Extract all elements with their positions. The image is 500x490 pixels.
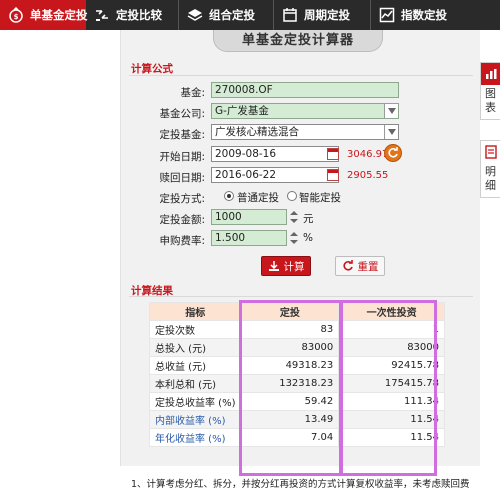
radio-smart-label: 智能定投 — [299, 192, 341, 204]
method-label: 定投方式: — [159, 193, 205, 205]
chart-icon — [379, 7, 395, 23]
calendar-icon[interactable] — [327, 148, 339, 160]
redeem-date-label: 赎回日期: — [159, 172, 205, 184]
nav-item-label: 组合定投 — [209, 8, 255, 22]
header-indicator: 指标 — [149, 302, 242, 321]
row-label: 定投次数 — [149, 320, 242, 339]
calendar-icon — [282, 7, 298, 23]
invest-fund-select-value: 广发核心精选混合 — [215, 126, 299, 138]
amount-stepper[interactable] — [289, 209, 299, 225]
calculator-panel: 单基金定投计算器 计算公式 基金: 270008.OF 基金公司: G-广发基金… — [120, 30, 480, 490]
invest-fund-select[interactable]: 广发核心精选混合 — [211, 124, 399, 140]
radio-normal[interactable] — [224, 191, 234, 201]
calendar-icon[interactable] — [327, 169, 339, 181]
row-label: 定投总收益率 (%) — [149, 392, 242, 411]
reset-label: 重置 — [357, 260, 379, 273]
calculate-label: 计算 — [283, 260, 305, 273]
layers-icon — [187, 7, 203, 23]
radio-smart[interactable] — [287, 191, 297, 201]
start-date-input[interactable]: 2009-08-16 — [211, 146, 339, 162]
amount-unit: 元 — [303, 213, 314, 225]
nav-item-label: 定投比较 — [116, 8, 162, 22]
divider — [129, 75, 473, 76]
company-label: 基金公司: — [159, 108, 205, 120]
side-tab-detail[interactable]: 明细 — [480, 140, 500, 198]
chevron-down-icon[interactable] — [384, 104, 398, 118]
nav-item-periodic[interactable]: 周期定投 — [274, 0, 370, 30]
highlight-box-dingtou — [239, 300, 343, 476]
fund-label: 基金: — [180, 87, 205, 99]
document-icon — [481, 141, 500, 163]
row-label: 总收益 (元) — [149, 356, 242, 375]
start-date-label: 开始日期: — [159, 151, 205, 163]
money-bag-icon: $ — [8, 7, 24, 23]
nav-item-single-fund[interactable]: $ 单基金定投 — [0, 0, 88, 30]
calculate-icon — [268, 260, 280, 272]
fee-stepper[interactable] — [289, 230, 299, 246]
bar-chart-icon — [481, 63, 500, 85]
amount-input[interactable]: 1000 — [211, 209, 287, 225]
nav-item-compare[interactable]: 定投比较 — [86, 0, 178, 30]
fee-unit: % — [303, 232, 313, 244]
nav-item-portfolio[interactable]: 组合定投 — [179, 0, 273, 30]
reset-icon — [342, 260, 354, 272]
side-tab-chart-label: 图表 — [485, 87, 496, 114]
divider — [129, 296, 473, 297]
left-gutter — [0, 30, 120, 466]
company-select-value: G-广发基金 — [215, 105, 269, 117]
refresh-icon[interactable] — [384, 144, 402, 162]
nav-item-label: 指数定投 — [401, 8, 447, 22]
page-title: 单基金定投计算器 — [213, 30, 383, 52]
footnote: 1、计算考虑分红、拆分，并按分红再投资的方式计算复权收益率，未考虑赎回费 — [131, 479, 470, 490]
side-tab-chart[interactable]: 图表 — [480, 62, 500, 120]
redeem-date-input[interactable]: 2016-06-22 — [211, 167, 339, 183]
fund-input[interactable]: 270008.OF — [211, 82, 399, 98]
row-label: 总投入 (元) — [149, 338, 242, 357]
redeem-nav-value: 2905.55 — [347, 170, 389, 181]
nav-item-label: 单基金定投 — [30, 8, 88, 22]
start-nav-value: 3046.97 — [347, 149, 389, 160]
amount-label: 定投金额: — [159, 214, 205, 226]
calculate-button[interactable]: 计算 — [261, 256, 311, 276]
highlight-box-lump-sum — [339, 300, 437, 476]
nav-item-label: 周期定投 — [304, 8, 350, 22]
compare-icon — [94, 7, 110, 23]
chevron-down-icon[interactable] — [384, 125, 398, 139]
row-label[interactable]: 年化收益率 (%) — [149, 428, 242, 447]
formula-section-title: 计算公式 — [131, 63, 173, 75]
nav-item-index[interactable]: 指数定投 — [371, 0, 476, 30]
company-select[interactable]: G-广发基金 — [211, 103, 399, 119]
reset-button[interactable]: 重置 — [335, 256, 385, 276]
svg-text:$: $ — [14, 13, 19, 21]
top-nav: $ 单基金定投 定投比较 组合定投 周期定投 指数定投 — [0, 0, 500, 30]
row-label[interactable]: 内部收益率 (%) — [149, 410, 242, 429]
side-tab-detail-label: 明细 — [485, 165, 496, 192]
radio-normal-label: 普通定投 — [237, 192, 279, 204]
fee-input[interactable]: 1.500 — [211, 230, 287, 246]
fee-label: 申购费率: — [159, 235, 205, 247]
row-label: 本利总和 (元) — [149, 374, 242, 393]
invest-fund-label: 定投基金: — [159, 129, 205, 141]
